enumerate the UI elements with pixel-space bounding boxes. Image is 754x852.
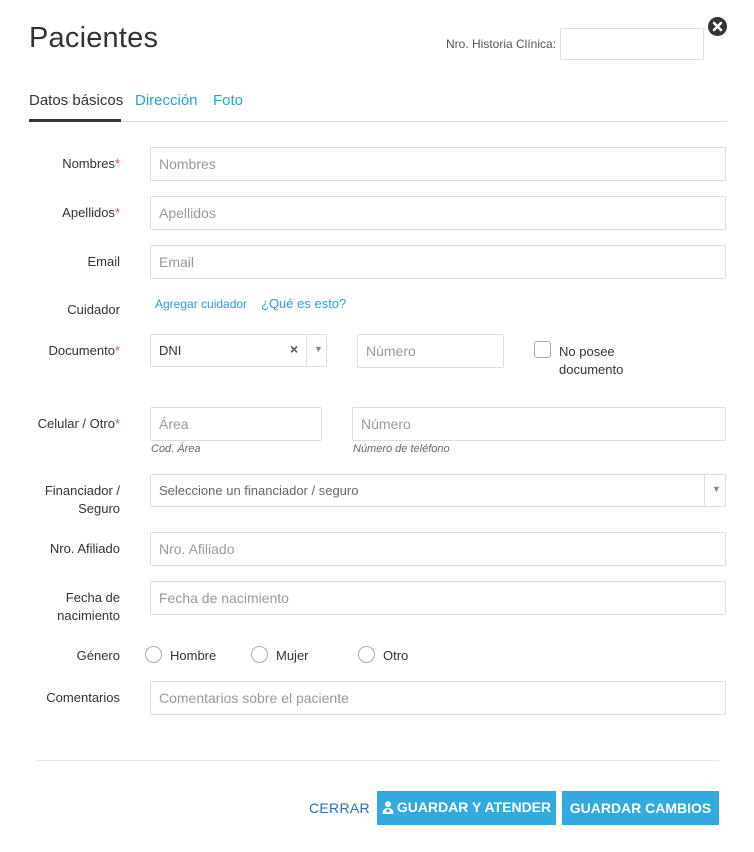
que-es-esto-link[interactable]: ¿Qué es esto? <box>261 296 346 311</box>
tab-datos-basicos[interactable]: Datos básicos <box>29 92 123 109</box>
comentarios-label: Comentarios <box>46 690 120 705</box>
financiador-select[interactable]: Seleccione un financiador / seguro ▼ <box>150 474 726 507</box>
page-title: Pacientes <box>29 22 159 54</box>
comentarios-input[interactable] <box>150 681 726 715</box>
no-posee-documento-checkbox[interactable] <box>534 341 551 358</box>
tab-foto[interactable]: Foto <box>213 92 243 109</box>
genero-hombre-label: Hombre <box>170 648 217 663</box>
celular-area-input[interactable] <box>150 407 322 441</box>
genero-otro-radio[interactable] <box>358 646 375 663</box>
nacimiento-label: Fecha de nacimiento <box>57 590 120 623</box>
genero-otro-label: Otro <box>383 648 409 663</box>
celular-numero-hint: Número de teléfono <box>353 443 450 455</box>
agregar-cuidador-link[interactable]: Agregar cuidador <box>155 297 247 311</box>
select-divider <box>704 475 705 507</box>
chevron-down-icon: ▼ <box>712 484 721 494</box>
apellidos-label: Apellidos* <box>62 205 120 220</box>
nombres-input[interactable] <box>150 147 726 181</box>
financiador-placeholder: Seleccione un financiador / seguro <box>159 483 359 498</box>
genero-mujer-radio[interactable] <box>251 646 268 663</box>
celular-area-hint: Cod. Área <box>151 443 201 455</box>
user-doctor-icon <box>382 800 394 817</box>
celular-numero-input[interactable] <box>352 407 726 441</box>
documento-label: Documento* <box>48 343 120 358</box>
genero-mujer-label: Mujer <box>276 648 309 663</box>
celular-label: Celular / Otro* <box>37 416 120 431</box>
email-input[interactable] <box>150 245 726 279</box>
chevron-down-icon: ▼ <box>314 344 323 354</box>
clear-icon[interactable]: × <box>290 341 298 357</box>
active-tab-indicator <box>29 119 121 122</box>
guardar-y-atender-label: GUARDAR Y ATENDER <box>396 799 552 816</box>
genero-hombre-radio[interactable] <box>145 646 162 663</box>
historia-clinica-input[interactable] <box>560 28 704 60</box>
guardar-y-atender-button[interactable]: GUARDAR Y ATENDER <box>377 791 556 825</box>
apellidos-input[interactable] <box>150 196 726 230</box>
no-posee-documento-label: No posee documento <box>559 344 624 377</box>
email-label: Email <box>87 254 120 269</box>
financiador-label: Financiador / Seguro <box>44 483 120 516</box>
documento-type-value: DNI <box>159 343 182 358</box>
cerrar-button[interactable]: CERRAR <box>309 800 370 816</box>
historia-clinica-label: Nro. Historia Clínica: <box>446 37 557 51</box>
documento-numero-input[interactable] <box>357 334 504 368</box>
footer-divider <box>36 760 719 761</box>
close-icon[interactable] <box>708 17 727 36</box>
tab-bar: Datos básicos Dirección Foto <box>29 90 727 122</box>
nombres-label: Nombres* <box>62 156 120 171</box>
nacimiento-input[interactable] <box>150 581 726 615</box>
genero-label: Género <box>76 648 120 663</box>
afiliado-label: Nro. Afiliado <box>49 541 120 556</box>
documento-type-select[interactable]: DNI × ▼ <box>150 334 327 367</box>
select-divider <box>306 335 307 367</box>
afiliado-input[interactable] <box>150 532 726 566</box>
tab-direccion[interactable]: Dirección <box>135 92 198 109</box>
cuidador-label: Cuidador <box>67 302 120 317</box>
guardar-cambios-button[interactable]: GUARDAR CAMBIOS <box>562 791 719 825</box>
